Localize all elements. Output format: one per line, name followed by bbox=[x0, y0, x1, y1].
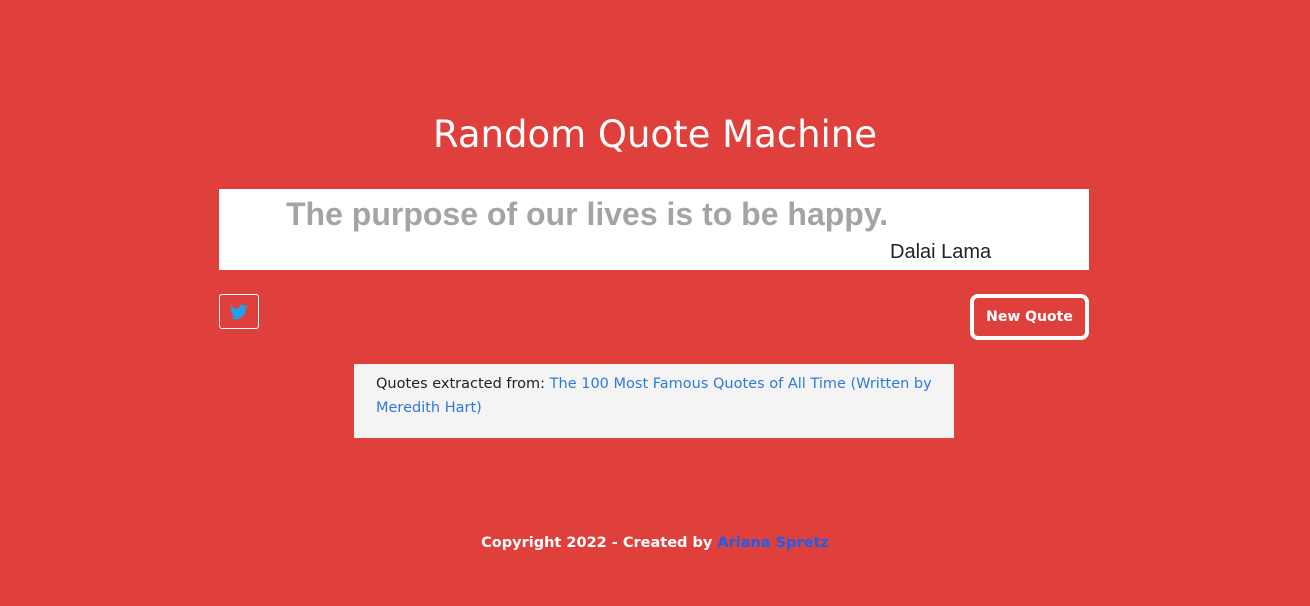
quote-box: The purpose of our lives is to be happy.… bbox=[219, 189, 1089, 270]
tweet-quote-button[interactable] bbox=[219, 294, 259, 329]
footer-author-link[interactable]: Ariana Spretz bbox=[717, 535, 828, 551]
quote-author: Dalai Lama bbox=[890, 241, 992, 263]
page-title: Random Quote Machine bbox=[432, 113, 878, 156]
footer-text: Copyright 2022 - Created by bbox=[481, 535, 718, 551]
new-quote-button[interactable]: New Quote bbox=[970, 294, 1089, 340]
quote-text: The purpose of our lives is to be happy. bbox=[286, 196, 889, 232]
source-prefix: Quotes extracted from: bbox=[376, 376, 550, 392]
twitter-icon bbox=[230, 303, 248, 321]
footer: Copyright 2022 - Created by Ariana Spret… bbox=[0, 532, 1310, 554]
source-box: Quotes extracted from: The 100 Most Famo… bbox=[354, 364, 954, 438]
